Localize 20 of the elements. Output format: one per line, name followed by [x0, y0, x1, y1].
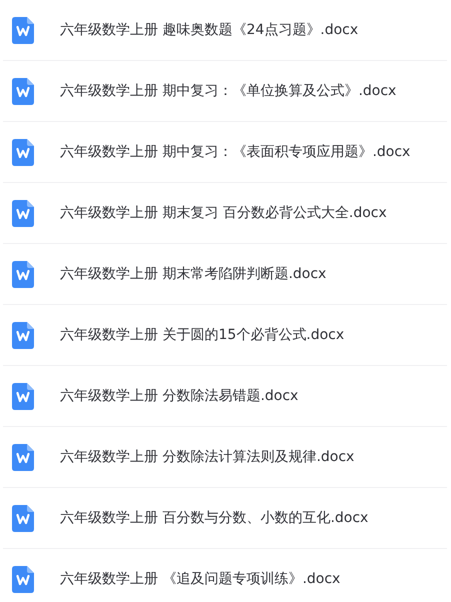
- word-file-icon: [12, 138, 34, 166]
- word-file-icon: [12, 444, 34, 470]
- word-file-icon: [12, 78, 34, 104]
- word-file-icon: [12, 322, 34, 348]
- file-name[interactable]: 六年级数学上册 百分数与分数、小数的互化.docx: [60, 509, 368, 527]
- file-name[interactable]: 六年级数学上册 分数除法易错题.docx: [60, 387, 298, 405]
- file-name[interactable]: 六年级数学上册 趣味奥数题《24点习题》.docx: [60, 21, 358, 39]
- file-name[interactable]: 六年级数学上册 期末常考陷阱判断题.docx: [60, 265, 326, 283]
- file-name[interactable]: 六年级数学上册 关于圆的15个必背公式.docx: [60, 326, 344, 344]
- word-file-icon: [12, 382, 34, 410]
- word-file-icon: [12, 260, 34, 288]
- word-file-icon: [12, 16, 34, 44]
- word-file-icon: [12, 200, 34, 226]
- word-file-icon: [12, 566, 34, 592]
- file-name[interactable]: 六年级数学上册 期末复习 百分数必背公式大全.docx: [60, 204, 387, 222]
- file-name[interactable]: 六年级数学上册 期中复习：《表面积专项应用题》.docx: [60, 143, 410, 161]
- word-file-icon: [12, 504, 34, 532]
- file-name[interactable]: 六年级数学上册 分数除法计算法则及规律.docx: [60, 448, 354, 466]
- file-name[interactable]: 六年级数学上册 《追及问题专项训练》.docx: [60, 570, 340, 588]
- file-name[interactable]: 六年级数学上册 期中复习：《单位换算及公式》.docx: [60, 82, 396, 100]
